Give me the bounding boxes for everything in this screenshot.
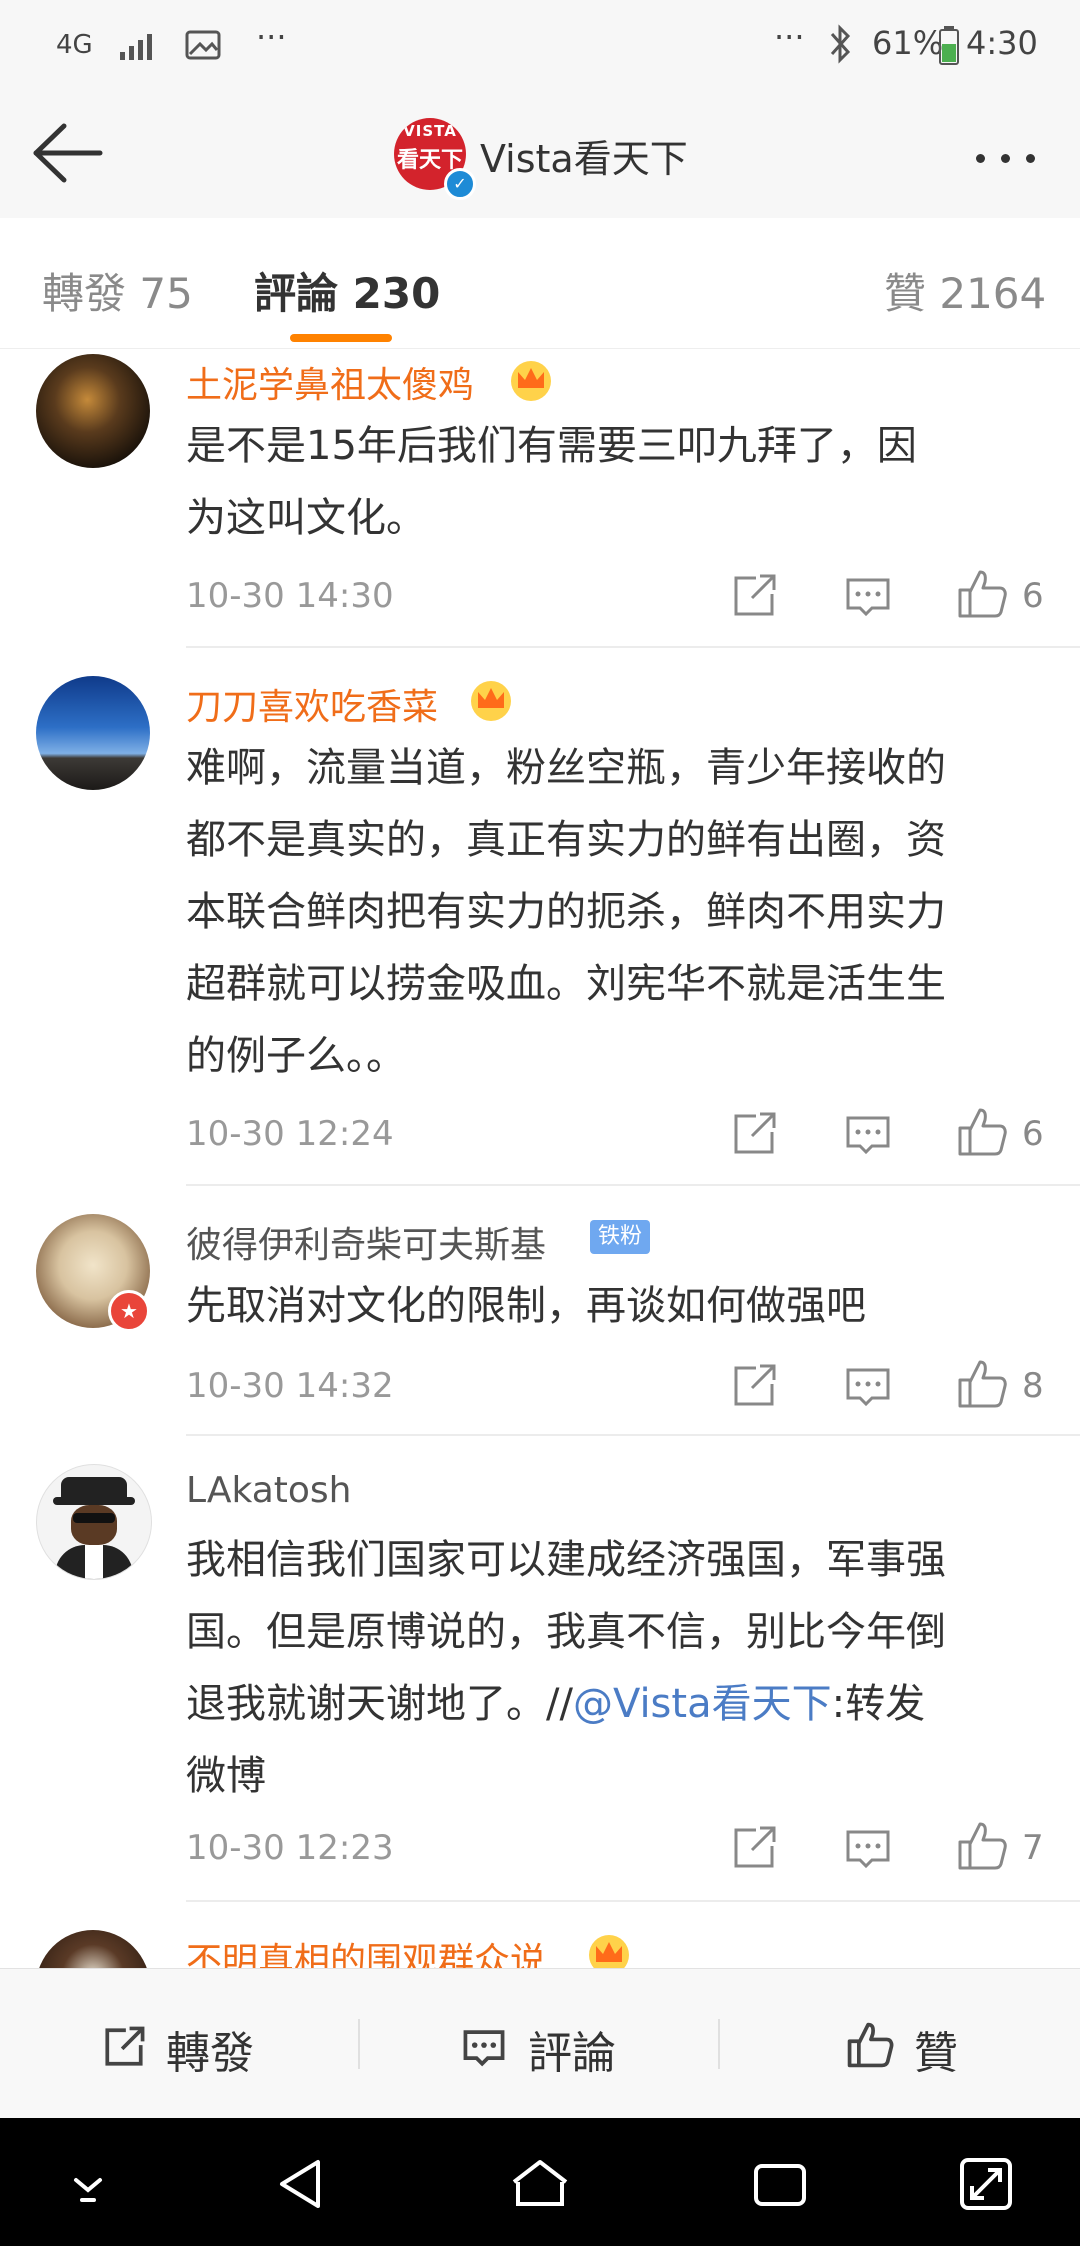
reply-icon[interactable] [840, 1820, 896, 1876]
like-thumb-icon[interactable] [954, 1104, 1010, 1160]
more-notifications-icon: ··· [256, 18, 287, 56]
more-status-icon: ··· [774, 18, 805, 56]
comment-username[interactable]: LAkatosh [186, 1470, 352, 1511]
tab-comments[interactable]: 評論 230 [254, 260, 440, 321]
comment-time: 10-30 14:32 [186, 1366, 394, 1406]
top-app-bar: VISTA 看天下 ✓ Vista看天下 [0, 90, 1080, 219]
verified-badge-icon: ✓ [444, 168, 476, 200]
comment-item: 土泥学鼻祖太傻鸡 是不是15年后我们有需要三叩九拜了，因 为这叫文化。 10-3… [0, 348, 1080, 648]
user-avatar[interactable] [36, 676, 150, 790]
like-count: 8 [1022, 1366, 1044, 1406]
crown-badge-icon [511, 361, 551, 401]
comment-item: ★ 彼得伊利奇柴可夫斯基 铁粉 先取消对文化的限制，再谈如何做强吧 10-30 … [0, 1186, 1080, 1436]
active-tab-indicator [290, 334, 392, 342]
reply-icon[interactable] [840, 1358, 896, 1414]
comment-item: LAkatosh 我相信我们国家可以建成经济强国，军事强 国。但是原博说的，我真… [0, 1434, 1080, 1904]
image-notification-icon [185, 30, 221, 60]
nav-home-icon[interactable] [508, 2152, 572, 2216]
bottom-action-bar: 轉發 評論 贊 [0, 1968, 1080, 2119]
like-thumb-icon[interactable] [954, 1818, 1010, 1874]
account-title[interactable]: Vista看天下 [480, 128, 688, 183]
comment-item: 不明真相的围观群众说 [0, 1902, 1080, 1968]
divider [718, 2019, 720, 2069]
like-count: 6 [1022, 1114, 1044, 1154]
comment-text: 难啊，流量当道，粉丝空瓶，青少年接收的 都不是真实的，真正有实力的鲜有出圈，资 … [186, 745, 946, 1079]
comment-time: 10-30 12:24 [186, 1114, 394, 1154]
user-avatar[interactable] [36, 354, 150, 468]
share-icon[interactable] [726, 1106, 782, 1162]
comment-username[interactable]: 彼得伊利奇柴可夫斯基 [186, 1216, 546, 1268]
comment-text: 是不是15年后我们有需要三叩九拜了，因 为这叫文化。 [186, 423, 917, 541]
battery-percent: 61% [872, 24, 944, 62]
signal-icon [120, 34, 152, 60]
tab-bar: 轉發 75 評論 230 贊 2164 [0, 218, 1080, 349]
like-label: 贊 [914, 2028, 958, 2079]
like-count: 7 [1022, 1828, 1044, 1868]
comment-text: 先取消对文化的限制，再谈如何做强吧 [186, 1283, 866, 1329]
share-icon[interactable] [726, 1358, 782, 1414]
comment-icon [463, 2030, 505, 2067]
reply-icon[interactable] [840, 568, 896, 624]
battery-icon [939, 26, 959, 65]
user-avatar[interactable] [36, 1930, 150, 1968]
comment-text: 我相信我们国家可以建成经济强国，军事强 国。但是原博说的，我真不信，别比今年倒 … [186, 1537, 946, 1799]
user-avatar[interactable] [36, 1464, 152, 1580]
share-icon [105, 2026, 145, 2066]
nav-fullscreen-icon[interactable] [954, 2152, 1018, 2216]
network-indicator: 4G [56, 30, 93, 60]
divider [358, 2019, 360, 2069]
comment-username[interactable]: 不明真相的围观群众说 [186, 1932, 546, 1968]
mention-link[interactable]: @Vista看天下 [573, 1681, 832, 1727]
tab-reposts[interactable]: 轉發 75 [42, 260, 193, 321]
more-options-icon[interactable] [976, 148, 1056, 168]
clock: 4:30 [966, 24, 1038, 62]
hide-keyboard-icon[interactable] [56, 2152, 120, 2216]
bluetooth-icon [830, 24, 851, 64]
fan-badge: 铁粉 [590, 1220, 651, 1254]
crown-badge-icon [589, 1935, 629, 1968]
like-thumb-icon[interactable] [954, 566, 1010, 622]
system-navigation-bar [0, 2118, 1080, 2246]
back-arrow-icon[interactable] [28, 118, 108, 188]
status-bar: 4G ··· ··· 61% 4:30 [0, 0, 1080, 90]
repost-label: 轉發 [166, 2028, 254, 2079]
nav-back-icon[interactable] [270, 2152, 334, 2216]
share-icon[interactable] [726, 568, 782, 624]
nav-recents-icon[interactable] [748, 2152, 812, 2216]
tab-likes[interactable]: 贊 2164 [884, 260, 1046, 321]
comment-time: 10-30 14:30 [186, 576, 394, 616]
share-icon[interactable] [726, 1820, 782, 1876]
like-thumb-icon [847, 2022, 894, 2068]
comment-username[interactable]: 刀刀喜欢吃香菜 [186, 678, 438, 730]
comment-username[interactable]: 土泥学鼻祖太傻鸡 [186, 356, 474, 408]
comment-label: 評論 [528, 2028, 616, 2079]
crown-badge-icon [471, 681, 511, 721]
vip-badge-icon: ★ [108, 1290, 150, 1332]
like-thumb-icon[interactable] [954, 1356, 1010, 1412]
comment-time: 10-30 12:23 [186, 1828, 394, 1868]
comment-item: 刀刀喜欢吃香菜 难啊，流量当道，粉丝空瓶，青少年接收的 都不是真实的，真正有实力… [0, 648, 1080, 1188]
reply-icon[interactable] [840, 1106, 896, 1162]
like-count: 6 [1022, 576, 1044, 616]
